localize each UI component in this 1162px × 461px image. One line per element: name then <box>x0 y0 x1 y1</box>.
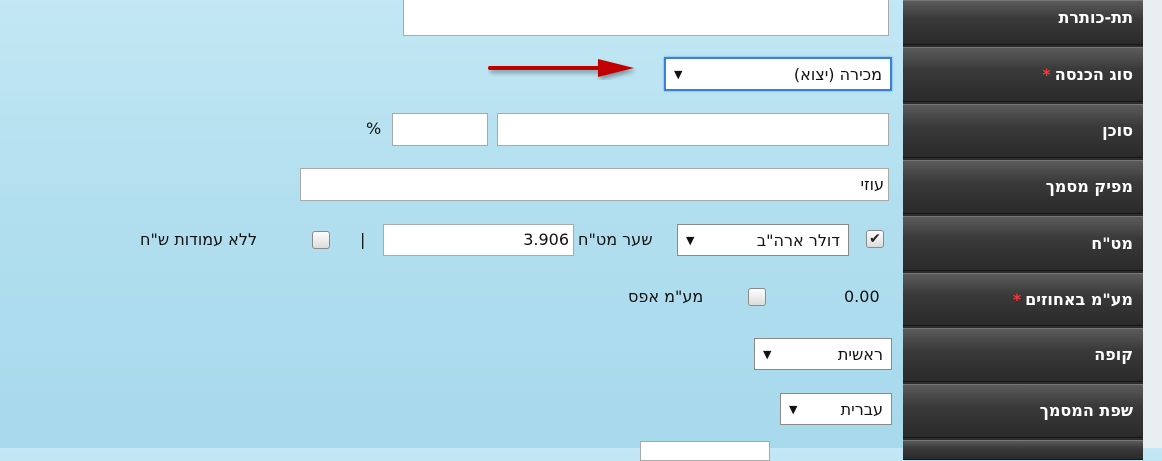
row-label-income-type: סוג הכנסה* <box>903 47 1143 102</box>
income-type-value: מכירה (יצוא) <box>793 64 882 84</box>
row-label-currency: מט"ח <box>903 216 1143 271</box>
currency-label: מט"ח <box>1091 234 1133 253</box>
doc-language-value: עברית <box>840 399 883 419</box>
chevron-down-icon: ▼ <box>686 233 695 247</box>
separator: | <box>360 230 366 249</box>
currency-select[interactable]: דולר ארה"ב ▼ <box>677 224 849 256</box>
chevron-down-icon: ▼ <box>789 402 798 416</box>
subtitle-label: תת-כותרת <box>1058 8 1133 27</box>
cash-register-select[interactable]: ראשית ▼ <box>754 338 892 370</box>
zero-vat-checkbox[interactable] <box>748 288 766 306</box>
doc-issuer-input[interactable]: עוזי <box>300 168 889 201</box>
red-arrow-annotation <box>488 59 634 77</box>
row-label-cash-register: קופה <box>903 328 1143 382</box>
required-marker: * <box>1012 290 1022 309</box>
subtitle-input[interactable] <box>403 0 889 36</box>
doc-language-label: שפת המסמך <box>1039 401 1133 420</box>
cash-register-label: קופה <box>1094 345 1133 364</box>
doc-language-select[interactable]: עברית ▼ <box>780 393 892 425</box>
page-edge <box>1143 0 1162 448</box>
exchange-rate-label: שער מט"ח <box>578 230 653 249</box>
percent-sign: % <box>366 119 382 138</box>
vat-value: 0.00 <box>844 287 880 306</box>
vat-percent-label: מע"מ באחוזים <box>1025 290 1133 309</box>
row-label-subtitle: תת-כותרת <box>903 0 1143 45</box>
no-shekel-columns-label: ללא עמודות ש"ח <box>140 230 258 249</box>
chevron-down-icon: ▼ <box>763 347 772 361</box>
chevron-down-icon: ▼ <box>674 67 683 81</box>
next-field-input[interactable] <box>640 441 770 461</box>
no-shekel-columns-checkbox[interactable] <box>312 231 330 249</box>
income-type-select[interactable]: מכירה (יצוא) ▼ <box>664 57 892 91</box>
required-marker: * <box>1042 65 1051 84</box>
currency-checkbox[interactable]: ✔ <box>866 230 884 248</box>
check-icon: ✔ <box>869 231 881 247</box>
exchange-rate-input[interactable]: 3.906 <box>383 224 574 256</box>
row-label-doc-issuer: מפיק מסמך <box>903 160 1143 214</box>
doc-issuer-label: מפיק מסמך <box>1045 177 1133 196</box>
income-type-label: סוג הכנסה <box>1054 65 1133 84</box>
row-label-vat-percent: מע"מ באחוזים* <box>903 273 1143 326</box>
agent-label: סוכן <box>1102 121 1133 140</box>
row-label-doc-language: שפת המסמך <box>903 384 1143 438</box>
row-label-next <box>903 440 1143 460</box>
row-label-agent: סוכן <box>903 104 1143 158</box>
cash-register-value: ראשית <box>837 344 883 364</box>
agent-input[interactable] <box>497 113 889 146</box>
zero-vat-label: מע"מ אפס <box>628 287 704 306</box>
agent-percent-input[interactable] <box>392 113 488 146</box>
currency-value: דולר ארה"ב <box>756 230 840 250</box>
